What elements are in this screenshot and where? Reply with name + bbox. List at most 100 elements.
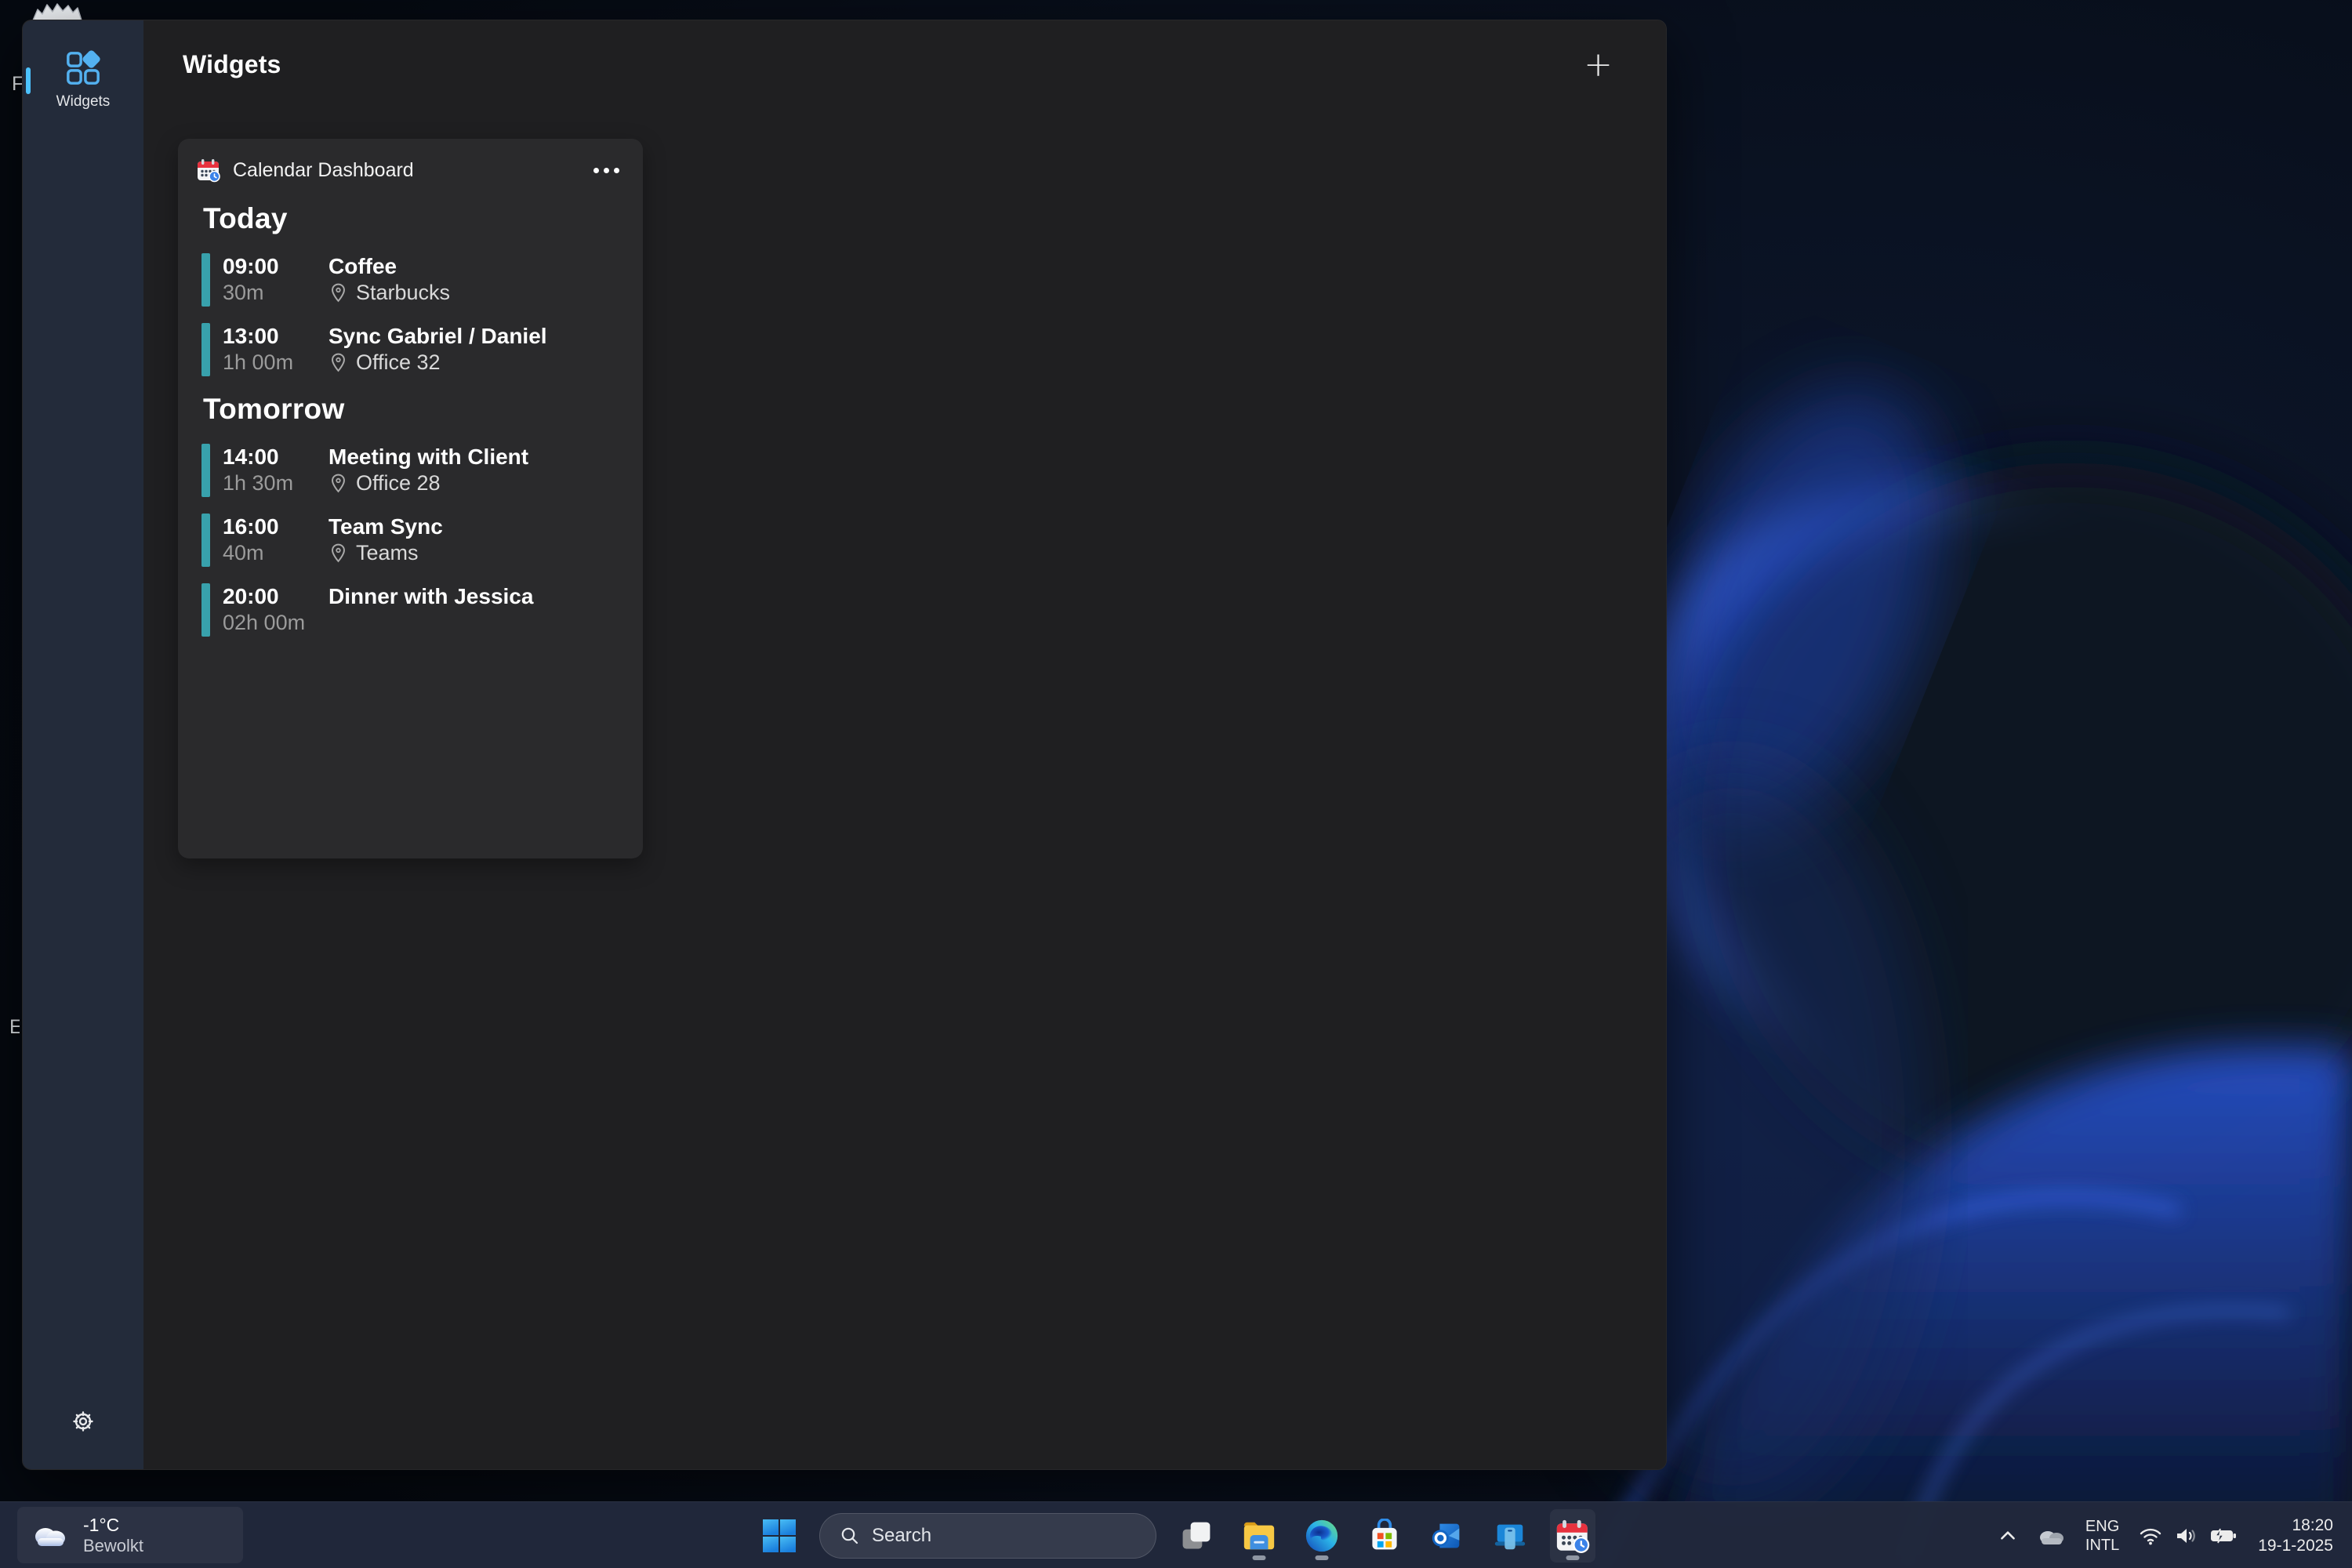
language-line1: ENG — [2085, 1517, 2119, 1536]
ellipsis-icon — [614, 168, 619, 173]
language-indicator[interactable]: ENG INTL — [2078, 1511, 2126, 1561]
calendar-event[interactable]: 14:00 1h 30m Meeting with Client Office … — [178, 444, 643, 497]
ellipsis-icon — [593, 168, 599, 173]
search-icon — [840, 1526, 860, 1546]
taskbar: -1°C Bewolkt — [0, 1501, 2352, 1568]
calendar-event[interactable]: 13:00 1h 00m Sync Gabriel / Daniel Offic… — [178, 323, 643, 376]
weather-cloud-icon — [30, 1521, 71, 1549]
onedrive-cloud-icon — [2037, 1526, 2067, 1546]
desktop-icon-label-fragment: F — [12, 73, 22, 96]
microsoft-store-button[interactable] — [1362, 1509, 1407, 1563]
location-pin-icon — [328, 352, 348, 373]
widget-card-title: Calendar Dashboard — [233, 159, 579, 182]
event-duration: 1h 00m — [223, 350, 316, 376]
event-color-bar — [201, 323, 210, 376]
start-button[interactable] — [757, 1509, 802, 1563]
event-title: Dinner with Jessica — [328, 583, 643, 610]
add-widget-button[interactable]: + — [1576, 51, 1621, 79]
widgets-sidebar: Widgets — [23, 20, 143, 1469]
event-location: Teams — [328, 540, 643, 566]
language-line2: INTL — [2085, 1536, 2119, 1555]
calendar-event[interactable]: 20:00 02h 00m Dinner with Jessica — [178, 583, 643, 637]
file-explorer-icon — [1241, 1518, 1277, 1554]
outlook-button[interactable] — [1425, 1509, 1470, 1563]
widgets-panel: Widgets Widgets + — [22, 20, 1667, 1470]
desktop-icon-label-fragment: E — [9, 1016, 20, 1039]
search-input[interactable] — [872, 1525, 1136, 1547]
sidebar-item-widgets[interactable]: Widgets — [23, 42, 143, 118]
event-color-bar — [201, 583, 210, 637]
microsoft-store-icon — [1367, 1519, 1402, 1553]
event-color-bar — [201, 444, 210, 497]
event-color-bar — [201, 514, 210, 567]
panel-header: Widgets + — [143, 20, 1666, 79]
widgets-main: Widgets + — [143, 20, 1666, 1469]
edge-icon — [1304, 1518, 1340, 1554]
calendar-event[interactable]: 09:00 30m Coffee Starbucks — [178, 253, 643, 307]
taskbar-center — [757, 1502, 1595, 1568]
desktop: F E Widgets — [0, 0, 2352, 1568]
tray-date: 19-1-2025 — [2258, 1536, 2333, 1556]
sidebar-item-label: Widgets — [56, 93, 111, 111]
event-title: Team Sync — [328, 514, 643, 540]
onedrive-button[interactable] — [2030, 1519, 2074, 1552]
event-title: Sync Gabriel / Daniel — [328, 323, 643, 350]
event-title: Meeting with Client — [328, 444, 643, 470]
event-duration: 1h 30m — [223, 470, 316, 496]
active-indicator — [26, 67, 31, 94]
gear-icon — [71, 1409, 96, 1434]
running-indicator — [1316, 1555, 1329, 1560]
clock-button[interactable]: 18:20 19-1-2025 — [2250, 1511, 2341, 1561]
weather-widget-button[interactable]: -1°C Bewolkt — [17, 1507, 243, 1563]
calendar-app-button[interactable] — [1550, 1509, 1595, 1563]
event-time: 14:00 — [223, 444, 316, 470]
page-title: Widgets — [183, 50, 281, 79]
widget-menu-button[interactable] — [590, 163, 622, 178]
event-location: Starbucks — [328, 280, 643, 306]
event-time: 13:00 — [223, 323, 316, 350]
section-heading-today: Today — [203, 202, 643, 235]
event-title: Coffee — [328, 253, 643, 280]
volume-icon — [2174, 1526, 2198, 1546]
calendar-app-icon — [1555, 1518, 1591, 1554]
weather-condition: Bewolkt — [83, 1536, 143, 1556]
ellipsis-icon — [604, 168, 609, 173]
event-location: Office 32 — [328, 350, 643, 376]
event-duration: 40m — [223, 540, 316, 566]
quick-settings-button[interactable] — [2131, 1519, 2245, 1552]
location-pin-icon — [328, 473, 348, 494]
task-view-button[interactable] — [1174, 1509, 1219, 1563]
phone-link-button[interactable] — [1487, 1509, 1533, 1563]
weather-temperature: -1°C — [83, 1515, 143, 1536]
widgets-icon — [65, 50, 101, 86]
task-view-icon — [1179, 1519, 1214, 1553]
running-indicator — [1253, 1555, 1266, 1560]
event-location: Office 28 — [328, 470, 643, 496]
system-tray: ENG INTL — [1991, 1502, 2341, 1568]
section-heading-tomorrow: Tomorrow — [203, 393, 643, 426]
phone-link-icon — [1492, 1518, 1528, 1554]
wifi-icon — [2139, 1526, 2162, 1546]
chevron-up-icon — [1998, 1526, 2018, 1546]
running-indicator — [1566, 1555, 1580, 1560]
event-duration: 30m — [223, 280, 316, 306]
location-pin-icon — [328, 282, 348, 303]
tray-time: 18:20 — [2292, 1515, 2333, 1536]
calendar-event[interactable]: 16:00 40m Team Sync Teams — [178, 514, 643, 567]
event-duration: 02h 00m — [223, 610, 316, 636]
event-time: 09:00 — [223, 253, 316, 280]
file-explorer-button[interactable] — [1236, 1509, 1282, 1563]
battery-charging-icon — [2209, 1526, 2238, 1546]
settings-button[interactable] — [71, 1409, 96, 1436]
tray-chevron-button[interactable] — [1991, 1519, 2025, 1552]
calendar-dashboard-icon — [196, 158, 221, 183]
event-time: 16:00 — [223, 514, 316, 540]
event-color-bar — [201, 253, 210, 307]
widget-card-header: Calendar Dashboard — [178, 139, 643, 183]
outlook-icon — [1429, 1518, 1465, 1554]
taskbar-search[interactable] — [819, 1513, 1156, 1559]
calendar-widget-card: Calendar Dashboard Today 09:00 30m Coffe… — [178, 139, 643, 858]
edge-browser-button[interactable] — [1299, 1509, 1345, 1563]
windows-logo-icon — [761, 1518, 797, 1554]
event-time: 20:00 — [223, 583, 316, 610]
